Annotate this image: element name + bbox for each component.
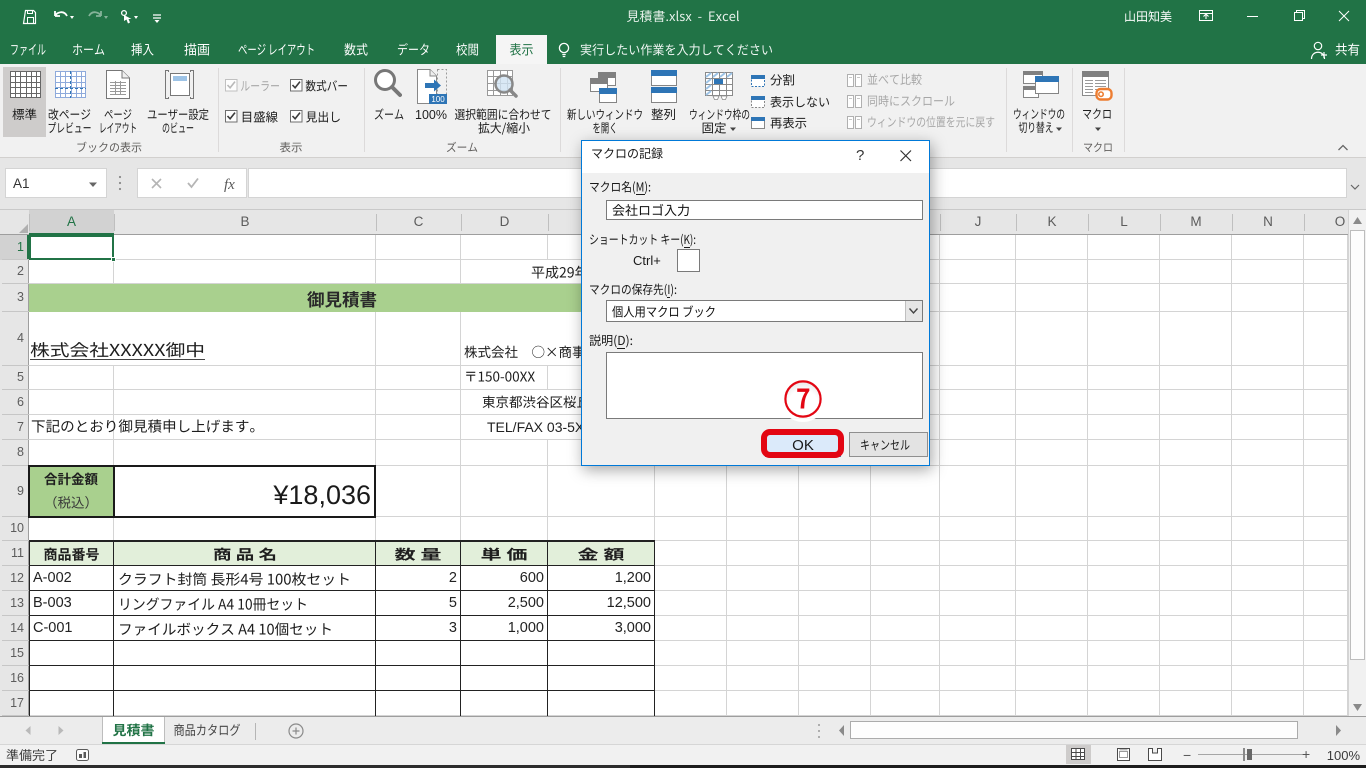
svg-text:100: 100 [431, 95, 445, 104]
svg-text:fx: fx [224, 177, 235, 192]
